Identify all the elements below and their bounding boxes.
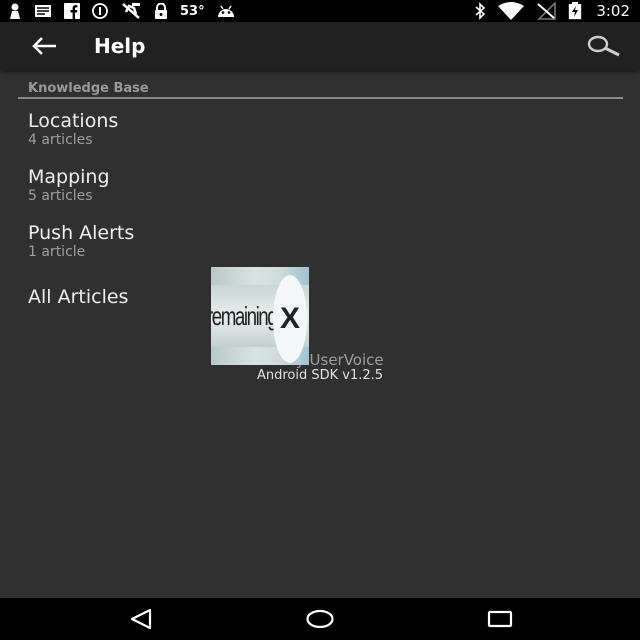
list-item-mapping[interactable]: Mapping 5 articles [28, 166, 328, 204]
clock: 3:02 [596, 2, 630, 20]
ad-close-button[interactable]: X [273, 275, 307, 363]
no-signal-icon [536, 2, 557, 20]
battery-charging-icon [568, 2, 582, 20]
ad-text: remaining [211, 301, 278, 331]
wifi-icon [498, 2, 525, 20]
lock-icon [154, 2, 168, 20]
section-header-label: Knowledge Base [28, 81, 149, 96]
topic-article-count: 4 articles [28, 132, 93, 148]
temperature-label: 53° [180, 3, 205, 19]
topic-title: Locations [28, 110, 119, 132]
notification-icon [8, 2, 22, 20]
back-triangle-icon [130, 608, 152, 630]
sdk-version-label: Android SDK v1.2.5 [256, 368, 384, 383]
arrow-left-icon [32, 37, 56, 55]
nav-home-button[interactable] [305, 606, 335, 632]
navigation-bar [0, 598, 640, 640]
list-item-push-alerts[interactable]: Push Alerts 1 article [28, 222, 328, 260]
search-icon [587, 35, 620, 57]
status-bar: 53° 3:02 [0, 0, 640, 22]
alert-icon [92, 2, 108, 20]
status-bar-left: 53° [8, 2, 235, 20]
nav-recents-button[interactable] [485, 606, 515, 632]
status-bar-right: 3:02 [474, 2, 630, 20]
bluetooth-icon [474, 2, 486, 20]
section-header: Knowledge Base [18, 80, 623, 99]
topic-article-count: 1 article [28, 244, 86, 260]
topic-title: Push Alerts [28, 222, 135, 244]
list-item-all-articles[interactable]: All Articles [28, 286, 128, 308]
android-icon [217, 2, 235, 20]
no-location-icon [120, 2, 142, 20]
nav-back-button[interactable] [126, 606, 156, 632]
home-circle-icon [306, 609, 334, 629]
topic-article-count: 5 articles [28, 188, 93, 204]
toolbar: Help [0, 22, 640, 70]
mail-icon [34, 2, 52, 20]
page-title: Help [94, 34, 146, 58]
back-button[interactable] [24, 26, 64, 66]
topic-title: Mapping [28, 166, 110, 188]
facebook-icon [64, 2, 80, 20]
list-item-locations[interactable]: Locations 4 articles [28, 110, 328, 148]
recents-square-icon [487, 610, 513, 628]
search-button[interactable] [586, 30, 622, 62]
